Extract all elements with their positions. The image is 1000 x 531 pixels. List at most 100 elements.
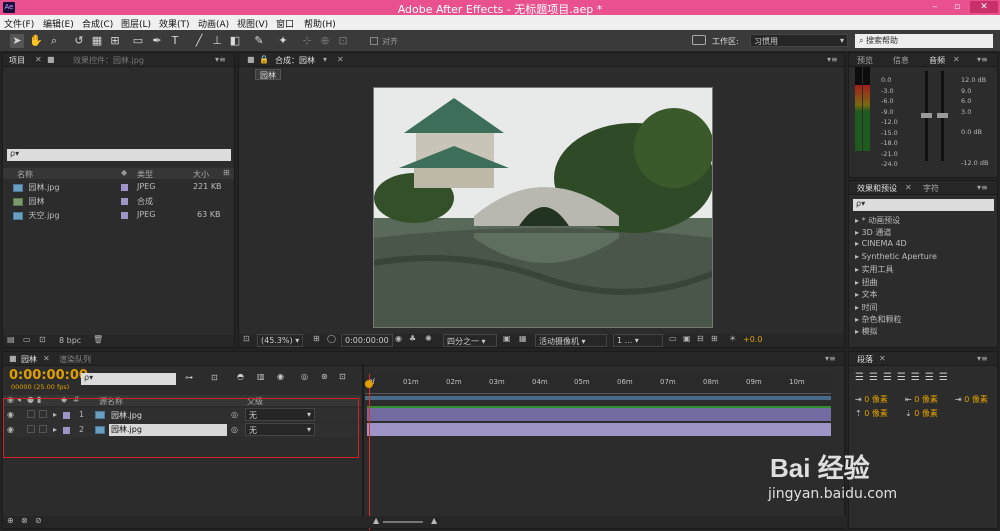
chevron-down-icon[interactable]: ▾: [323, 55, 327, 64]
close-icon[interactable]: ✕: [43, 354, 50, 363]
tab-project[interactable]: 项目: [9, 55, 25, 66]
zoom-slider[interactable]: [383, 521, 423, 523]
menu-composition[interactable]: 合成(C): [82, 17, 113, 30]
type-tool-icon[interactable]: T: [168, 34, 182, 48]
playhead-handle[interactable]: [365, 380, 373, 388]
mask-icon[interactable]: ◯: [327, 334, 336, 343]
rectangle-tool-icon[interactable]: ▭: [131, 34, 145, 48]
align-center-icon[interactable]: ☰: [869, 372, 883, 383]
volume-handle-left[interactable]: [921, 113, 932, 118]
grid-icon[interactable]: ⊞: [313, 334, 320, 343]
current-time-indicator[interactable]: [369, 374, 370, 530]
selection-tool-icon[interactable]: ➤: [10, 34, 24, 48]
close-icon[interactable]: ✕: [35, 55, 42, 64]
panel-menu-icon[interactable]: ▾≡: [825, 354, 836, 363]
views-select[interactable]: 1 ... ▾: [613, 334, 663, 347]
workspace-select[interactable]: 习惯用 ▾: [750, 34, 848, 47]
transparency-grid-icon[interactable]: ▦: [519, 334, 527, 343]
close-icon[interactable]: ✕: [953, 55, 960, 64]
indent-first-field[interactable]: ⇥ 0 像素: [955, 394, 988, 405]
justify-all-icon[interactable]: ☰: [939, 372, 953, 383]
panel-menu-icon[interactable]: ▾≡: [977, 354, 988, 363]
auto-keyframe-icon[interactable]: ⊡: [339, 372, 346, 381]
effect-category[interactable]: ▸ 3D 通道: [855, 227, 891, 238]
rotate-tool-icon[interactable]: ↺: [72, 34, 86, 48]
axis-view-icon[interactable]: ⊡: [336, 34, 350, 48]
tab-paragraph[interactable]: 段落: [857, 354, 873, 365]
modes-icon[interactable]: ⊗: [21, 516, 28, 525]
timeline-search-input[interactable]: ρ▾: [81, 373, 176, 385]
zoom-tool-icon[interactable]: ⌕: [47, 34, 61, 48]
effect-category[interactable]: ▸ 文本: [855, 289, 878, 300]
resolution-select[interactable]: 四分之一 ▾: [443, 334, 497, 347]
maximize-button[interactable]: ▫: [946, 1, 968, 13]
axis-local-icon[interactable]: ⊹: [300, 34, 314, 48]
brainstorm-icon[interactable]: ⊛: [321, 372, 328, 381]
space-after-field[interactable]: ⇣ 0 像素: [905, 408, 938, 419]
zoom-select[interactable]: (45.3%) ▾: [257, 334, 304, 347]
zoom-in-icon[interactable]: ▲: [431, 516, 437, 525]
flowchart-icon[interactable]: ⊞: [711, 334, 718, 343]
effect-category[interactable]: ▸ CINEMA 4D: [855, 239, 907, 248]
tab-effect-controls[interactable]: 效果控件：园林.jpg: [73, 55, 144, 66]
comp-mini-flowchart-icon[interactable]: ⊶: [185, 373, 193, 382]
align-left-icon[interactable]: ☰: [855, 372, 869, 383]
menu-help[interactable]: 帮助(H): [304, 17, 336, 30]
work-area-bar[interactable]: [365, 396, 831, 400]
close-icon[interactable]: ✕: [905, 183, 912, 192]
layer-switches-icon[interactable]: ⊕: [7, 516, 14, 525]
timeline-divider[interactable]: [362, 366, 364, 528]
time-ruler[interactable]: 0f 01m 02m 03m 04m 05m 06m 07m 08m 09m 1…: [365, 374, 831, 394]
col-name[interactable]: 名称: [17, 169, 33, 180]
justify-left-icon[interactable]: ☰: [897, 372, 911, 383]
lock-icon[interactable]: ■: [247, 55, 255, 64]
eraser-tool-icon[interactable]: ◧: [228, 34, 242, 48]
effect-category[interactable]: ▸ 时间: [855, 302, 878, 313]
flowchart-icon[interactable]: ⊞: [223, 168, 230, 177]
show-snapshot-icon[interactable]: ♣: [409, 334, 416, 343]
tab-audio[interactable]: 音频: [929, 55, 945, 66]
tab-character[interactable]: 字符: [923, 183, 939, 194]
timeline-timecode[interactable]: 0:00:00:00: [9, 368, 88, 383]
tab-info[interactable]: 信息: [893, 55, 909, 66]
menu-layer[interactable]: 图层(L): [121, 17, 151, 30]
comp-timecode[interactable]: 0:00:00:00: [341, 334, 393, 347]
zoom-out-icon[interactable]: ▲: [373, 516, 379, 525]
panel-menu-icon[interactable]: ▾≡: [827, 55, 838, 64]
help-search-input[interactable]: ⌕ 搜索帮助: [855, 34, 993, 48]
motion-blur-icon[interactable]: ◉: [277, 372, 284, 381]
tab-effects-presets[interactable]: 效果和预设: [857, 183, 897, 194]
tab-composition[interactable]: 合成：园林: [275, 55, 315, 66]
project-item[interactable]: 园林.jpg JPEG 221 KB: [13, 182, 233, 193]
bpc-label[interactable]: 8 bpc: [59, 336, 81, 345]
minimize-button[interactable]: –: [924, 1, 946, 13]
frame-blending-icon[interactable]: ▥: [257, 372, 265, 381]
stretch-icon[interactable]: ⊘: [35, 516, 42, 525]
draft-3d-icon[interactable]: ⊡: [211, 373, 218, 382]
brush-tool-icon[interactable]: ╱: [192, 34, 206, 48]
close-icon[interactable]: ✕: [879, 354, 886, 363]
snap-checkbox[interactable]: [370, 37, 378, 45]
menu-animation[interactable]: 动画(A): [198, 17, 229, 30]
magnify-icon[interactable]: ⊡: [243, 334, 250, 343]
toggle-pixel-aspect-icon[interactable]: ▭: [669, 334, 677, 343]
layer-duration-bar[interactable]: [367, 408, 831, 421]
shy-layers-icon[interactable]: ◓: [237, 372, 244, 381]
effect-category[interactable]: ▸ 杂色和颗粒: [855, 314, 902, 325]
pan-behind-tool-icon[interactable]: ⊞: [108, 34, 122, 48]
camera-select[interactable]: 活动摄像机 ▾: [535, 334, 607, 347]
hand-tool-icon[interactable]: ✋: [29, 34, 43, 48]
clone-stamp-tool-icon[interactable]: ⊥: [210, 34, 224, 48]
volume-handle-right[interactable]: [937, 113, 948, 118]
new-folder-icon[interactable]: ▭: [23, 335, 31, 344]
camera-tool-icon[interactable]: ▦: [90, 34, 104, 48]
indent-left-field[interactable]: ⇥ 0 像素: [855, 394, 888, 405]
project-search-input[interactable]: ρ▾: [7, 149, 231, 161]
close-button[interactable]: ✕: [970, 1, 998, 13]
panel-menu-icon[interactable]: ▾≡: [977, 183, 988, 192]
col-type[interactable]: 类型: [137, 169, 153, 180]
interpret-footage-icon[interactable]: ▤: [7, 335, 15, 344]
trash-icon[interactable]: 🗑: [93, 335, 103, 344]
tab-preview[interactable]: 预览: [857, 55, 873, 66]
comp-breadcrumb[interactable]: 园林: [255, 69, 281, 80]
